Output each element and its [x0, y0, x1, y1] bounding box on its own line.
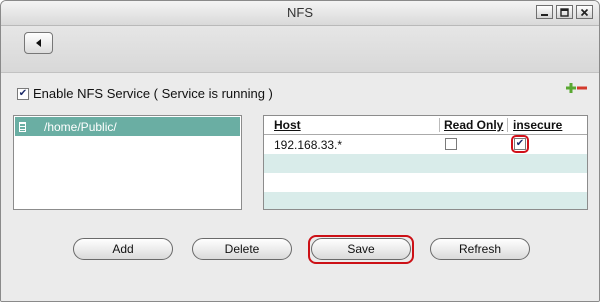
- minimize-icon[interactable]: [536, 5, 553, 19]
- column-divider: [439, 118, 440, 132]
- enable-nfs-row: ✔ Enable NFS Service ( Service is runnin…: [17, 86, 273, 101]
- back-arrow-icon: [35, 39, 41, 47]
- host-cell: 192.168.33.*: [274, 138, 343, 152]
- host-table: Host Read Only insecure 192.168.33.* ✔: [263, 115, 588, 210]
- delete-button[interactable]: Delete: [192, 238, 292, 260]
- title-bar: NFS: [1, 1, 599, 26]
- column-insecure[interactable]: insecure: [513, 118, 562, 132]
- add-button[interactable]: Add: [73, 238, 173, 260]
- insecure-checkbox[interactable]: ✔: [514, 138, 526, 150]
- host-add-remove: [566, 83, 587, 93]
- back-button[interactable]: [24, 32, 53, 54]
- table-row[interactable]: 192.168.33.* ✔: [264, 135, 587, 154]
- window-title: NFS: [287, 5, 313, 20]
- save-button[interactable]: Save: [311, 238, 411, 260]
- table-row: [264, 173, 587, 192]
- table-row: [264, 154, 587, 173]
- refresh-button[interactable]: Refresh: [430, 238, 530, 260]
- window-controls: [536, 5, 593, 19]
- nfs-settings-panel: ✔ Enable NFS Service ( Service is runnin…: [1, 73, 599, 301]
- enable-nfs-checkbox[interactable]: ✔: [17, 87, 29, 100]
- folder-icon: [19, 121, 26, 132]
- column-host[interactable]: Host: [274, 118, 301, 132]
- shared-folder-list: /home/Public/: [13, 115, 242, 210]
- nfs-window: NFS ✔ Enable NFS Service ( Service is ru…: [0, 0, 600, 302]
- host-table-header: Host Read Only insecure: [264, 116, 587, 135]
- enable-nfs-label: Enable NFS Service ( Service is running …: [33, 86, 273, 101]
- table-row: [264, 192, 587, 209]
- column-read-only[interactable]: Read Only: [444, 118, 503, 132]
- folder-path: /home/Public/: [44, 119, 117, 134]
- minus-icon[interactable]: [577, 83, 587, 93]
- insecure-highlight: ✔: [511, 135, 529, 153]
- folder-list-item[interactable]: /home/Public/: [15, 117, 240, 136]
- toolbar: [1, 26, 599, 73]
- close-icon[interactable]: [576, 5, 593, 19]
- plus-icon[interactable]: [566, 83, 576, 93]
- maximize-icon[interactable]: [556, 5, 573, 19]
- read-only-checkbox[interactable]: [445, 138, 457, 150]
- column-divider: [507, 118, 508, 132]
